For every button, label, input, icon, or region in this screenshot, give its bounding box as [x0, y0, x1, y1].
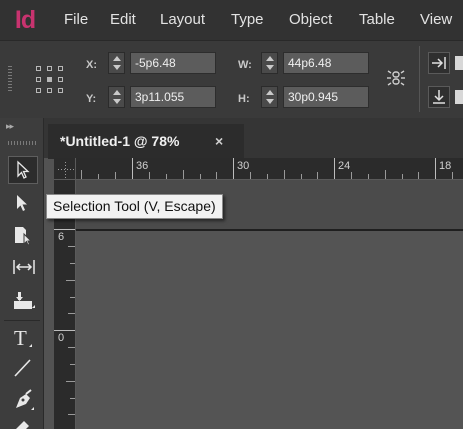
document-page[interactable] — [76, 229, 463, 429]
document-tab-title[interactable]: *Untitled-1 @ 78% — [60, 133, 179, 149]
menu-edit[interactable]: Edit — [110, 10, 136, 30]
ruler-origin-corner[interactable] — [54, 158, 76, 180]
gap-tool-icon[interactable] — [8, 254, 38, 282]
ruler-label-36: 36 — [136, 160, 149, 172]
align-bottom-button-icon[interactable] — [428, 86, 450, 108]
tools-divider — [4, 320, 40, 321]
collapse-panel-icon[interactable]: ▸▸ — [6, 121, 14, 132]
h-field[interactable] — [283, 86, 369, 108]
cp-partial-button[interactable] — [455, 56, 463, 70]
horizontal-ruler[interactable]: 36 30 24 18 — [54, 158, 463, 180]
ruler-label-18: 18 — [439, 160, 452, 172]
svg-text:T: T — [14, 327, 27, 349]
menu-table[interactable]: Table — [359, 10, 395, 30]
y-field[interactable] — [130, 86, 216, 108]
w-label: W: — [238, 59, 252, 71]
h-stepper[interactable] — [261, 86, 278, 108]
w-field[interactable] — [283, 52, 369, 74]
control-panel-grip[interactable] — [8, 66, 12, 92]
type-tool-icon[interactable]: T — [8, 324, 38, 352]
h-label: H: — [238, 93, 250, 105]
y-stepper[interactable] — [108, 86, 125, 108]
x-stepper[interactable] — [108, 52, 125, 74]
pencil-tool-icon[interactable] — [8, 416, 38, 429]
ruler-label-6: 6 — [58, 231, 65, 243]
w-stepper[interactable] — [261, 52, 278, 74]
tools-panel-grip[interactable] — [8, 141, 38, 145]
ruler-label-0: 0 — [58, 332, 65, 344]
control-panel-divider — [419, 46, 420, 112]
content-collector-tool-icon[interactable] — [8, 286, 38, 314]
menu-file[interactable]: File — [64, 10, 88, 30]
menu-type[interactable]: Type — [231, 10, 264, 30]
align-right-button-icon[interactable] — [428, 52, 450, 74]
page-tool-icon[interactable] — [8, 222, 38, 250]
line-tool-icon[interactable] — [8, 354, 38, 382]
menu-layout[interactable]: Layout — [160, 10, 205, 30]
close-tab-icon[interactable]: × — [215, 133, 223, 149]
menu-object[interactable]: Object — [289, 10, 332, 30]
ruler-label-30: 30 — [237, 160, 250, 172]
x-field[interactable] — [130, 52, 216, 74]
direct-selection-tool-icon[interactable] — [8, 190, 38, 218]
app-logo: Id — [14, 6, 36, 34]
menu-view[interactable]: View — [420, 10, 452, 30]
constrain-proportions-link-icon[interactable] — [385, 67, 407, 89]
ruler-label-24: 24 — [338, 160, 351, 172]
y-label: Y: — [86, 93, 97, 105]
reference-point-grid-icon[interactable] — [36, 66, 64, 94]
cp-partial-button-2[interactable] — [455, 90, 463, 104]
x-label: X: — [86, 59, 97, 71]
tooltip: Selection Tool (V, Escape) — [46, 194, 223, 219]
pen-tool-icon[interactable] — [8, 385, 38, 413]
selection-tool-icon[interactable] — [8, 156, 38, 184]
